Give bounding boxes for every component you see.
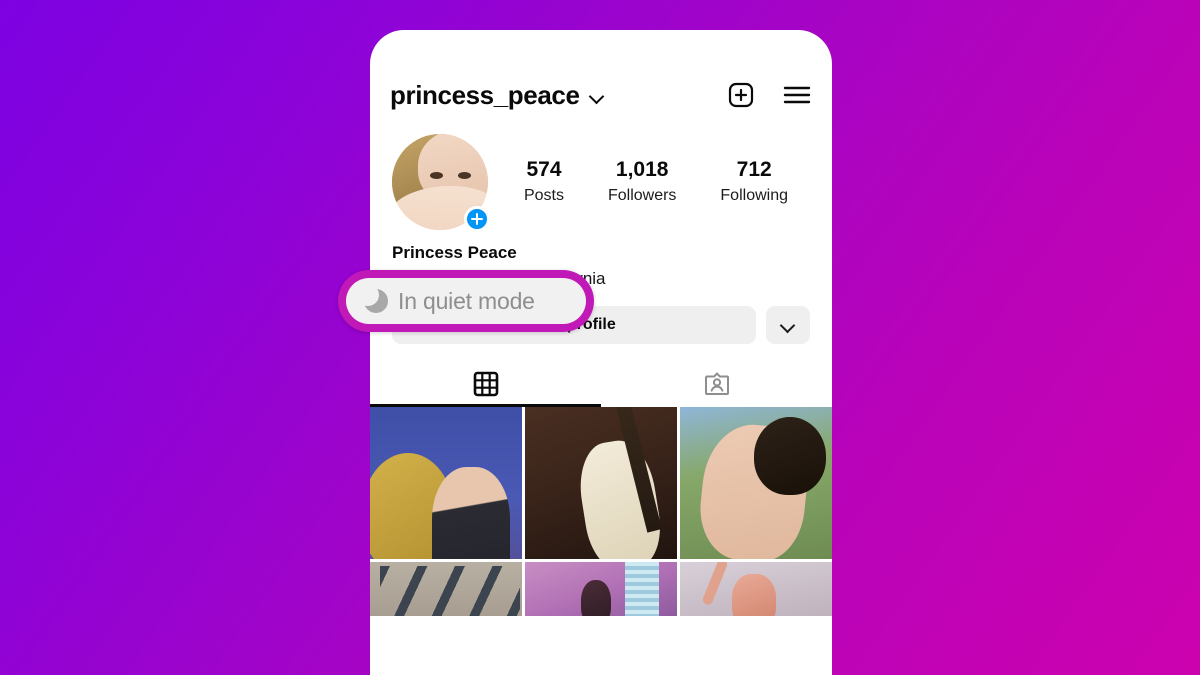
chevron-down-icon <box>781 320 795 329</box>
crescent-moon-icon <box>357 284 388 313</box>
tab-grid[interactable] <box>370 361 601 407</box>
chevron-down-icon <box>590 91 604 100</box>
display-name: Princess Peace <box>392 243 517 262</box>
stat-followers-label: Followers <box>607 186 677 204</box>
stat-following-label: Following <box>720 186 788 204</box>
avatar[interactable] <box>392 134 490 232</box>
username-label: princess_peace <box>390 79 580 110</box>
grid-photo[interactable] <box>370 406 522 559</box>
stat-posts-label: Posts <box>523 186 564 204</box>
stat-followers[interactable]: 1,018 Followers <box>608 157 676 206</box>
tab-tagged[interactable] <box>601 361 832 407</box>
add-to-story-button[interactable] <box>464 206 490 232</box>
grid-photo[interactable] <box>525 406 677 559</box>
grid-photo[interactable] <box>525 561 677 616</box>
photo-grid <box>370 406 832 616</box>
profile-stats: 574 Posts 1,018 Followers 712 Following <box>494 157 810 206</box>
stat-posts[interactable]: 574 Posts <box>524 157 564 206</box>
tagged-person-icon <box>704 372 729 395</box>
stat-following-value: 712 <box>736 158 772 182</box>
quiet-mode-label: In quiet mode <box>398 287 535 314</box>
quiet-mode-badge[interactable]: In quiet mode <box>346 278 586 324</box>
new-post-button[interactable] <box>726 80 756 110</box>
grid-icon <box>473 371 498 397</box>
instagram-profile-card: princess_peace 574 Posts 1,018 Followers… <box>370 30 832 675</box>
grid-photo[interactable] <box>680 561 832 616</box>
identity-row: 574 Posts 1,018 Followers 712 Following <box>370 128 832 232</box>
more-options-button[interactable] <box>766 305 810 344</box>
stat-posts-value: 574 <box>526 158 562 182</box>
grid-photo[interactable] <box>680 406 832 559</box>
profile-header: princess_peace <box>370 62 832 128</box>
stat-followers-value: 1,018 <box>615 158 669 182</box>
profile-tabs <box>370 359 832 407</box>
grid-photo[interactable] <box>370 561 522 616</box>
stat-following[interactable]: 712 Following <box>720 157 788 206</box>
hamburger-menu-button[interactable] <box>782 80 812 110</box>
header-actions <box>726 80 812 110</box>
quiet-mode-highlight: In quiet mode <box>338 270 594 332</box>
username-dropdown[interactable]: princess_peace <box>390 80 726 111</box>
